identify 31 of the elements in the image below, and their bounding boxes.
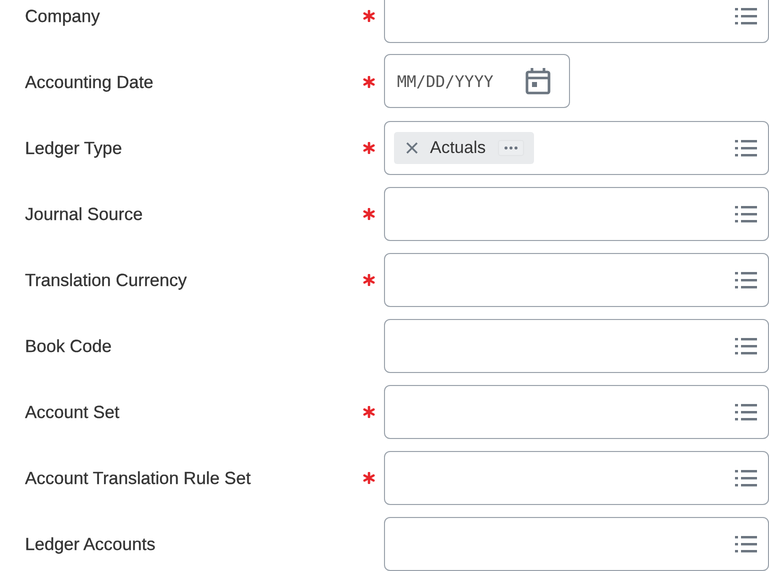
field-label: Accounting Date [24, 72, 154, 92]
field-label: Journal Source [24, 204, 144, 224]
list-icon[interactable] [735, 7, 757, 25]
list-icon[interactable] [735, 139, 757, 157]
field-label: Account Set [24, 402, 120, 422]
field-label: Book Code [24, 336, 113, 356]
prompt-field[interactable]: Actuals [384, 121, 769, 175]
list-icon[interactable] [735, 271, 757, 289]
list-icon[interactable] [735, 403, 757, 421]
list-icon[interactable] [735, 535, 757, 553]
token-label: Actuals [430, 138, 486, 158]
prompt-field[interactable] [384, 319, 769, 373]
list-icon[interactable] [735, 469, 757, 487]
prompt-field[interactable] [384, 253, 769, 307]
prompt-field[interactable] [384, 187, 769, 241]
list-icon[interactable] [735, 205, 757, 223]
field-label: Company [24, 6, 101, 26]
field-label: Translation Currency [24, 270, 188, 290]
prompt-field[interactable] [384, 0, 769, 43]
prompt-field[interactable] [384, 385, 769, 439]
calendar-icon[interactable] [525, 67, 551, 95]
field-label: Ledger Accounts [24, 534, 156, 554]
selected-token[interactable]: Actuals [394, 132, 534, 164]
field-label: Ledger Type [24, 138, 123, 158]
remove-icon[interactable] [406, 142, 418, 154]
date-field[interactable]: MM/DD/YYYY [384, 54, 570, 108]
field-label: Account Translation Rule Set [24, 468, 252, 488]
prompt-field[interactable] [384, 517, 769, 571]
prompt-field[interactable] [384, 451, 769, 505]
list-icon[interactable] [735, 337, 757, 355]
more-icon[interactable] [498, 140, 524, 156]
